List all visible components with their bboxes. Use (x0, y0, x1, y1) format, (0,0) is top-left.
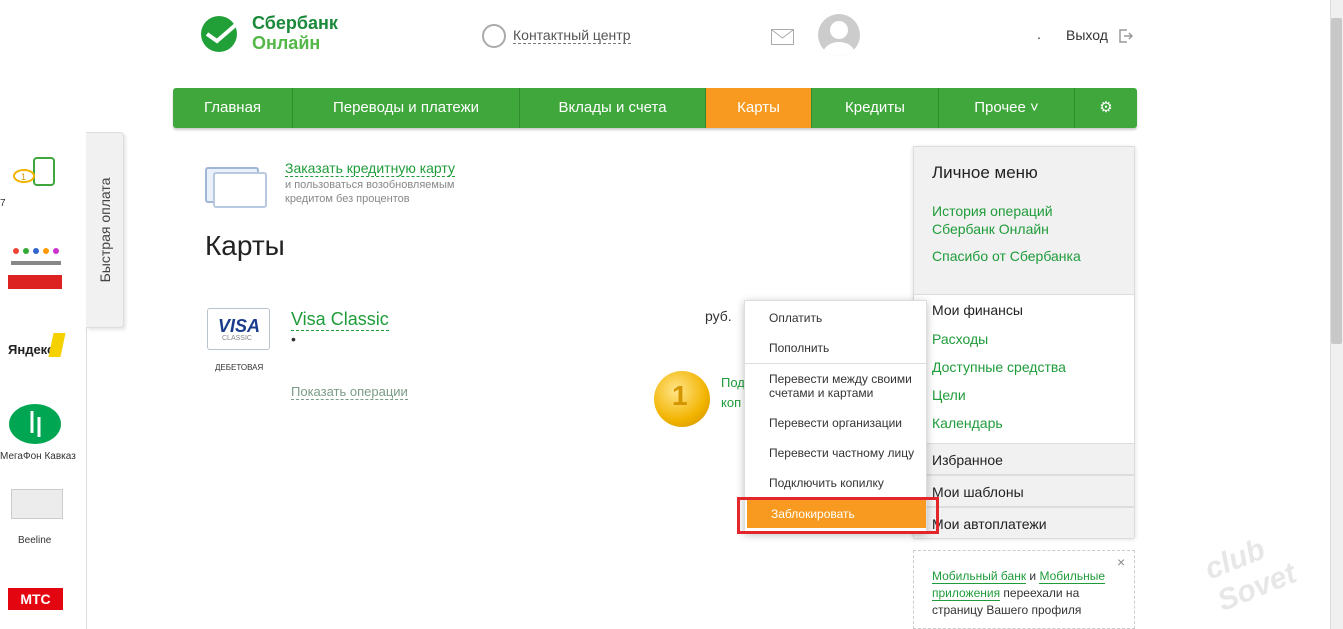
credit-card-icon-back (213, 172, 267, 208)
my-finances-title: Мои финансы (932, 302, 1023, 318)
beeline-label: Beeline (18, 535, 52, 546)
megafon-label: МегаФон Кавказ (0, 451, 76, 462)
personal-menu-title: Личное меню (932, 163, 1038, 182)
mts-logo[interactable]: МТС (8, 588, 63, 610)
logout-link[interactable]: Выход (1066, 27, 1108, 43)
autopayments-label: Мои автоплатежи (932, 516, 1047, 532)
phone-icon (482, 24, 506, 48)
sberbank-logo-icon (201, 16, 241, 52)
nav-item-deposits[interactable]: Вклады и счета (520, 88, 706, 128)
charity-logo-icon[interactable] (8, 245, 62, 290)
notice-and: и (1026, 569, 1040, 583)
mail-icon[interactable] (771, 29, 794, 45)
watermark: club Sovet (1200, 532, 1302, 618)
favorites-label: Избранное (932, 452, 1003, 468)
templates-label: Мои шаблоны (932, 484, 1024, 500)
menu-item-transfer-own[interactable]: Перевести между своими счетами и картами (769, 372, 924, 400)
nav-item-home[interactable]: Главная (173, 88, 293, 128)
logout-icon[interactable] (1119, 29, 1133, 43)
quick-pay-label: 7 (0, 198, 6, 209)
menu-item-topup[interactable]: Пополнить (769, 341, 924, 355)
card-type: ДЕБЕТОВАЯ (215, 363, 264, 372)
order-credit-card-desc: и пользоваться возобновляемым кредитом б… (285, 179, 455, 205)
scrollbar-thumb[interactable] (1331, 18, 1342, 344)
coin-promo-line2[interactable]: коп (721, 395, 741, 410)
card-balance-currency: руб. (705, 308, 732, 324)
main-nav: Главная Переводы и платежи Вклады и счет… (173, 88, 1137, 128)
beeline-logo-icon[interactable] (11, 489, 63, 519)
visa-brand: VISA (218, 316, 261, 336)
nav-item-cards[interactable]: Карты (706, 88, 812, 128)
svg-text:1: 1 (21, 172, 26, 182)
calendar-link[interactable]: Календарь (932, 415, 1003, 431)
yandex-logo[interactable]: Яндекс (8, 342, 54, 357)
autopayments-section[interactable]: Мои автоплатежи (914, 507, 1134, 539)
page-title: Карты (205, 230, 285, 261)
mobile-bank-link[interactable]: Мобильный банк (932, 569, 1027, 584)
settings-icon[interactable]: ⚙ (1075, 88, 1137, 128)
logo-subtext: Онлайн (252, 33, 321, 53)
menu-item-piggy[interactable]: Подключить копилку (769, 476, 924, 490)
menu-item-pay[interactable]: Оплатить (769, 311, 924, 325)
personal-menu: Личное меню История операций Сбербанк Он… (913, 146, 1135, 539)
quick-pay-panel (0, 132, 87, 629)
nav-item-credits[interactable]: Кредиты (812, 88, 939, 128)
templates-section[interactable]: Мои шаблоны (914, 475, 1134, 507)
menu-item-transfer-org[interactable]: Перевести организации (769, 416, 924, 430)
quick-pay-tab-label: Быстрая оплата (97, 177, 113, 283)
visa-brand-sub: CLASSIC (222, 335, 252, 342)
close-icon[interactable]: × (1117, 554, 1125, 570)
order-credit-card-link[interactable]: Заказать кредитную карту (285, 160, 455, 177)
user-name: . (1037, 26, 1041, 42)
card-name-link[interactable]: Visa Classic (291, 309, 389, 331)
spasibo-link[interactable]: Спасибо от Сбербанка (932, 248, 1081, 264)
goals-link[interactable]: Цели (932, 387, 966, 403)
mobile-bank-notice: Мобильный банк и Мобильные приложения пе… (913, 550, 1135, 629)
highlight-frame (737, 497, 939, 534)
nav-item-other[interactable]: Прочее ˅ (939, 88, 1075, 128)
available-funds-link[interactable]: Доступные средства (932, 359, 1066, 375)
logo-text: Сбербанк (252, 13, 338, 33)
history-link[interactable]: История операций Сбербанк Онлайн (932, 202, 1112, 238)
card-number: • (291, 331, 296, 347)
coin-promo-line1[interactable]: Под (721, 375, 745, 390)
user-silhouette-icon (823, 21, 855, 56)
favorites-section[interactable]: Избранное (914, 443, 1134, 475)
mobile-payment-icon[interactable]: 1 (12, 157, 58, 189)
nav-item-transfers[interactable]: Переводы и платежи (293, 88, 520, 128)
notice-text: Мобильный банк и Мобильные приложения пе… (932, 568, 1122, 619)
menu-item-transfer-person[interactable]: Перевести частному лицу (769, 446, 924, 460)
avatar[interactable] (818, 14, 860, 56)
show-operations-link[interactable]: Показать операции (291, 384, 408, 400)
menu-divider (745, 363, 928, 364)
megafon-logo-icon[interactable] (8, 403, 62, 445)
contact-center-link[interactable]: Контактный центр (513, 27, 631, 44)
expenses-link[interactable]: Расходы (932, 331, 988, 347)
coin-number: 1 (672, 380, 688, 411)
